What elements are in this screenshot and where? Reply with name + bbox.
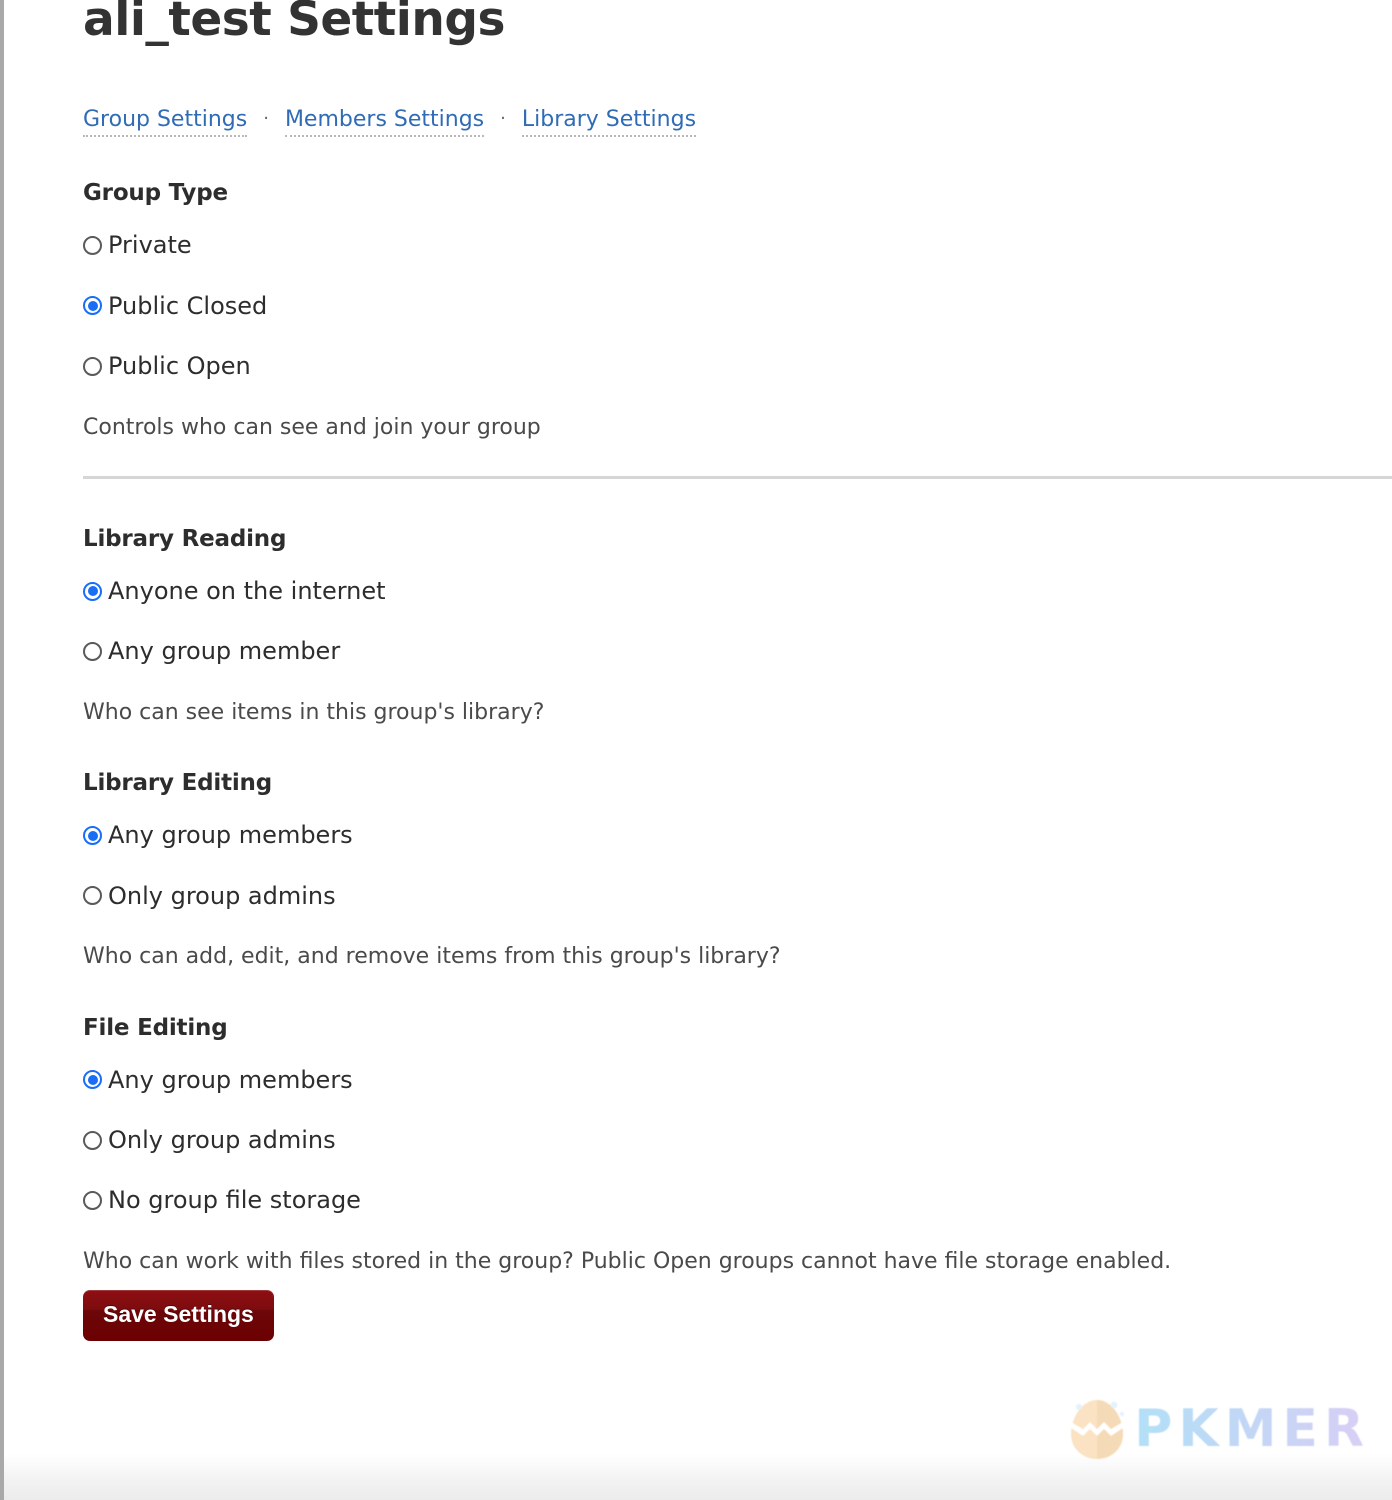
nav-link-library-settings[interactable]: Library Settings: [521, 107, 697, 137]
section-title-library-editing: Library Editing: [83, 770, 272, 797]
section-group-type: Group Type Private Public Closed Public …: [83, 180, 1392, 441]
help-text-group-type: Controls who can see and join your group: [83, 414, 541, 440]
pkmer-watermark: PKMER: [1066, 1396, 1370, 1462]
radio-icon-file-only-group-admins[interactable]: [83, 1130, 102, 1150]
radio-label-public-open[interactable]: Public Open: [108, 353, 251, 380]
radio-label-library-only-group-admins[interactable]: Only group admins: [108, 882, 336, 909]
save-button-container: Save Settings: [83, 1290, 1392, 1342]
section-title-file-editing: File Editing: [83, 1014, 228, 1041]
radio-row-library-reading-any-member[interactable]: Any group member: [83, 638, 1392, 665]
radio-row-file-editing-any-members[interactable]: Any group members: [83, 1066, 1392, 1093]
save-settings-button[interactable]: Save Settings: [83, 1290, 274, 1342]
radio-icon-any-group-member[interactable]: [83, 642, 102, 662]
settings-page: ali_test Settings Group Settings · Membe…: [0, 0, 1392, 1342]
radio-label-any-group-member[interactable]: Any group member: [108, 638, 340, 665]
nav-separator: ·: [500, 108, 506, 129]
radio-icon-public-open[interactable]: [83, 356, 102, 376]
section-library-editing: Library Editing Any group members Only g…: [83, 770, 1392, 970]
help-text-file-editing: Who can work with files stored in the gr…: [83, 1248, 1172, 1274]
nav-link-group-settings[interactable]: Group Settings: [83, 107, 248, 137]
radio-icon-public-closed[interactable]: [83, 296, 102, 316]
radio-label-file-any-group-members[interactable]: Any group members: [108, 1066, 353, 1093]
radio-label-no-group-file-storage[interactable]: No group file storage: [108, 1187, 361, 1214]
radio-row-group-type-private[interactable]: Private: [83, 232, 1392, 259]
radio-label-private[interactable]: Private: [108, 232, 192, 259]
radio-row-library-reading-anyone[interactable]: Anyone on the internet: [83, 578, 1392, 604]
radio-label-anyone-on-the-internet[interactable]: Anyone on the internet: [108, 578, 386, 605]
radio-row-file-editing-no-storage[interactable]: No group file storage: [83, 1187, 1392, 1214]
section-title-group-type: Group Type: [83, 180, 228, 207]
radio-label-library-any-group-members[interactable]: Any group members: [108, 822, 353, 849]
radio-icon-library-only-group-admins[interactable]: [83, 886, 102, 906]
bottom-gradient-band: [4, 1454, 1392, 1500]
egg-shell-icon: [1066, 1396, 1128, 1462]
radio-row-library-editing-only-admins[interactable]: Only group admins: [83, 882, 1392, 909]
section-library-reading: Library Reading Anyone on the internet A…: [83, 526, 1392, 726]
nav-separator: ·: [263, 108, 269, 129]
help-text-library-editing: Who can add, edit, and remove items from…: [83, 944, 781, 970]
section-file-editing: File Editing Any group members Only grou…: [83, 1015, 1392, 1276]
help-text-library-reading: Who can see items in this group's librar…: [83, 699, 545, 725]
page-title: ali_test Settings: [83, 0, 505, 47]
radio-row-group-type-public-open[interactable]: Public Open: [83, 353, 1392, 380]
radio-row-file-editing-only-admins[interactable]: Only group admins: [83, 1127, 1392, 1153]
watermark-text: PKMER: [1134, 1399, 1370, 1459]
radio-icon-file-any-group-members[interactable]: [83, 1070, 102, 1090]
section-title-library-reading: Library Reading: [83, 526, 287, 553]
radio-row-library-editing-any-members[interactable]: Any group members: [83, 822, 1392, 849]
settings-nav: Group Settings · Members Settings · Libr…: [83, 107, 1392, 137]
radio-icon-private[interactable]: [83, 236, 102, 256]
section-divider: [83, 476, 1392, 480]
radio-label-file-only-group-admins[interactable]: Only group admins: [108, 1127, 336, 1154]
radio-icon-no-group-file-storage[interactable]: [83, 1191, 102, 1211]
radio-row-group-type-public-closed[interactable]: Public Closed: [83, 292, 1392, 319]
radio-icon-anyone-on-the-internet[interactable]: [83, 581, 102, 601]
radio-label-public-closed[interactable]: Public Closed: [108, 292, 267, 319]
radio-icon-library-any-group-members[interactable]: [83, 826, 102, 846]
left-edge-rule: [0, 0, 4, 1500]
nav-link-members-settings[interactable]: Members Settings: [284, 107, 485, 137]
